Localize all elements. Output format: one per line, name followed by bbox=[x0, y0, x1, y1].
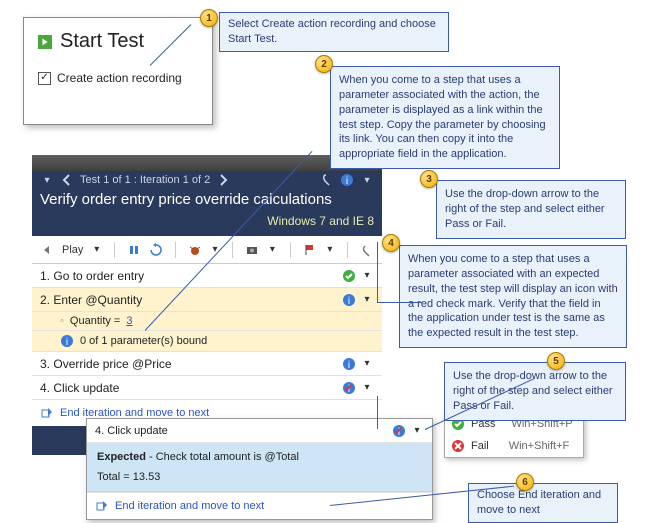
fail-label: Fail bbox=[471, 440, 489, 452]
bug-icon[interactable] bbox=[188, 243, 202, 257]
expected-text: - Check total amount is @Total bbox=[146, 451, 299, 463]
info-icon: i bbox=[342, 357, 356, 371]
iteration-counter: Test 1 of 1 : Iteration 1 of 2 bbox=[80, 174, 210, 186]
end-iteration-text: End iteration and move to next bbox=[115, 500, 264, 512]
info-icon[interactable]: i bbox=[340, 173, 354, 187]
info-icon: i bbox=[60, 334, 74, 348]
steps-list: 1. Go to order entry 2. Enter @Quantity … bbox=[32, 264, 382, 426]
expected-block: Expected - Check total amount is @Total … bbox=[87, 443, 432, 492]
chevron-down-icon[interactable] bbox=[360, 269, 374, 283]
step-row[interactable]: 4. Click update i bbox=[32, 376, 382, 400]
attach-icon[interactable] bbox=[320, 173, 334, 187]
fail-shortcut: Win+Shift+F bbox=[509, 440, 570, 452]
flag-icon[interactable] bbox=[303, 243, 317, 257]
start-test-title[interactable]: Start Test bbox=[60, 30, 144, 53]
bound-text: 0 of 1 parameter(s) bound bbox=[80, 335, 207, 347]
chevron-down-icon[interactable] bbox=[360, 173, 374, 187]
callout-bubble-5: 5 bbox=[547, 352, 565, 370]
end-iteration-icon bbox=[40, 406, 54, 420]
reset-icon[interactable] bbox=[149, 243, 163, 257]
callout-bubble-1: 1 bbox=[200, 9, 218, 27]
fail-icon bbox=[451, 439, 465, 453]
runner-toolbar: Play bbox=[32, 236, 382, 264]
callout-4: When you come to a step that uses a para… bbox=[399, 245, 627, 348]
chevron-down-icon[interactable] bbox=[267, 243, 278, 257]
chevron-down-icon[interactable] bbox=[360, 357, 374, 371]
info-icon: i bbox=[342, 293, 356, 307]
svg-text:i: i bbox=[346, 176, 348, 187]
prev-icon[interactable] bbox=[60, 173, 74, 187]
start-arrow-icon bbox=[38, 35, 52, 49]
camera-icon[interactable] bbox=[245, 243, 259, 257]
play-label: Play bbox=[62, 244, 83, 256]
expected-label: Expected bbox=[97, 451, 146, 463]
chevron-down-icon[interactable] bbox=[410, 424, 424, 438]
end-iteration-link[interactable]: End iteration and move to next bbox=[87, 492, 432, 519]
svg-text:i: i bbox=[66, 337, 68, 348]
total-label: Total = bbox=[97, 471, 133, 483]
param-value-link[interactable]: 3 bbox=[126, 315, 132, 327]
runner-header: Test 1 of 1 : Iteration 1 of 2 i Verify … bbox=[32, 171, 382, 236]
iteration-nav: Test 1 of 1 : Iteration 1 of 2 i bbox=[40, 173, 374, 187]
callout-bubble-6: 6 bbox=[516, 473, 534, 491]
bound-status-row: i 0 of 1 parameter(s) bound bbox=[32, 331, 382, 352]
step-row[interactable]: 4. Click update i bbox=[87, 419, 432, 443]
svg-text:i: i bbox=[348, 296, 350, 307]
callout-1: Select Create action recording and choos… bbox=[219, 12, 449, 52]
step-row[interactable]: 1. Go to order entry bbox=[32, 264, 382, 288]
total-value: 13.53 bbox=[133, 471, 161, 483]
play-button[interactable]: Play bbox=[62, 244, 83, 256]
chevron-down-icon[interactable] bbox=[91, 243, 102, 257]
info-red-icon: i bbox=[342, 381, 356, 395]
param-label: Quantity = bbox=[70, 315, 120, 327]
info-red-icon: i bbox=[392, 424, 406, 438]
callout-bubble-2: 2 bbox=[315, 55, 333, 73]
callout-bubble-3: 3 bbox=[420, 170, 438, 188]
start-test-card: Start Test ✓ Create action recording bbox=[23, 17, 213, 125]
paperclip-icon[interactable] bbox=[360, 243, 374, 257]
prev-step-icon[interactable] bbox=[40, 243, 54, 257]
pause-icon[interactable] bbox=[127, 243, 141, 257]
test-title: Verify order entry price override calcul… bbox=[40, 191, 374, 208]
callout-5: Use the drop-down arrow to the right of … bbox=[444, 362, 626, 421]
chevron-down-icon[interactable] bbox=[40, 173, 54, 187]
callout-bubble-4: 4 bbox=[382, 234, 400, 252]
fail-option[interactable]: Fail Win+Shift+F bbox=[445, 435, 583, 457]
end-iteration-icon bbox=[95, 499, 109, 513]
pass-icon bbox=[342, 269, 356, 283]
step-row[interactable]: 2. Enter @Quantity i bbox=[32, 288, 382, 312]
step-detail-panel: 4. Click update i Expected - Check total… bbox=[86, 418, 433, 520]
step-row[interactable]: 3. Override price @Price i bbox=[32, 352, 382, 376]
svg-text:i: i bbox=[348, 360, 350, 371]
callout-2: When you come to a step that uses a para… bbox=[330, 66, 560, 169]
checkbox-icon[interactable]: ✓ bbox=[38, 72, 51, 85]
chevron-down-icon[interactable] bbox=[360, 381, 374, 395]
create-action-recording-label: Create action recording bbox=[57, 71, 182, 85]
create-action-recording-row[interactable]: ✓ Create action recording bbox=[38, 71, 198, 85]
parameter-row: ◦ Quantity = 3 bbox=[32, 312, 382, 331]
test-runner-panel: ▭ × Test 1 of 1 : Iteration 1 of 2 i Ver… bbox=[32, 155, 382, 455]
next-icon[interactable] bbox=[216, 173, 230, 187]
callout-3: Use the drop-down arrow to the right of … bbox=[436, 180, 626, 239]
environment-label: Windows 7 and IE 8 bbox=[40, 214, 374, 228]
chevron-down-icon[interactable] bbox=[360, 293, 374, 307]
chevron-down-icon[interactable] bbox=[325, 243, 336, 257]
